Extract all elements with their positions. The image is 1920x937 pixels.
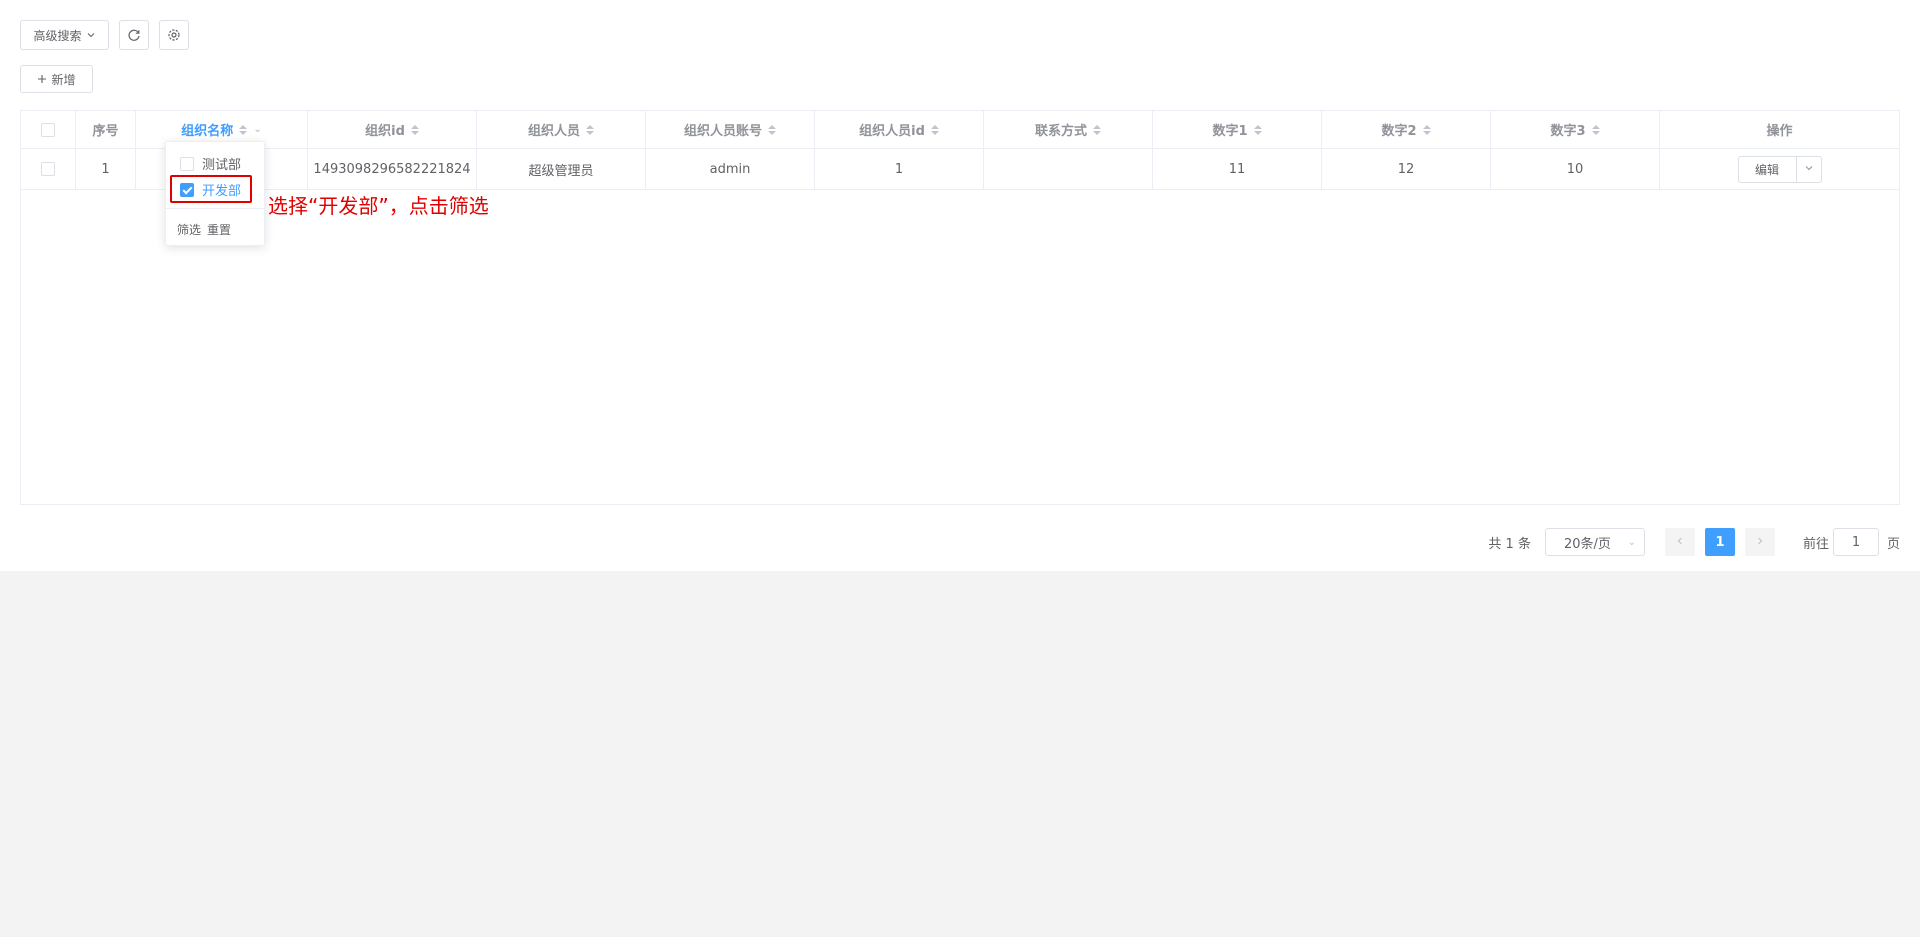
divider — [166, 208, 264, 209]
add-button[interactable]: 新增 — [20, 65, 93, 93]
checkbox[interactable] — [41, 162, 55, 176]
filter-option-label: 测试部 — [202, 158, 242, 173]
header-label: 序号 — [92, 124, 119, 139]
sort-icon[interactable] — [239, 124, 248, 135]
header-label: 数字3 — [1550, 124, 1586, 139]
page-jump: 前往 1 页 — [1803, 528, 1900, 556]
add-label: 新增 — [51, 72, 76, 87]
header-member-id[interactable]: 组织人员id — [815, 111, 984, 148]
header-select-all[interactable] — [21, 111, 76, 148]
header-account[interactable]: 组织人员账号 — [646, 111, 815, 148]
goto-page-input[interactable]: 1 — [1832, 528, 1879, 556]
pagination: 共 1 条 20条/页 ⌄ 1 前往 1 页 — [1488, 528, 1900, 556]
gear-icon — [167, 28, 181, 42]
cell-actions: 编辑 — [1660, 149, 1899, 189]
chevron-right-icon — [1755, 535, 1765, 550]
header-label: 组织id — [365, 124, 405, 139]
checkbox-checked[interactable] — [180, 182, 194, 197]
edit-button[interactable]: 编辑 — [1739, 156, 1797, 182]
checkbox[interactable] — [41, 122, 55, 137]
filter-chevron-icon[interactable]: ⌄ — [253, 124, 261, 135]
cell-member: 超级管理员 — [477, 149, 646, 189]
header-index: 序号 — [76, 111, 136, 148]
chevron-down-icon: ⌄ — [1627, 536, 1636, 548]
header-actions: 操作 — [1660, 111, 1899, 148]
header-contact[interactable]: 联系方式 — [984, 111, 1153, 148]
header-label: 数字1 — [1212, 124, 1248, 139]
sort-icon[interactable] — [1591, 124, 1600, 135]
plus-icon — [37, 74, 47, 84]
table-row: 1 1493098296582221824 超级管理员 admin 1 11 1… — [21, 149, 1899, 190]
annotation-text: 选择“开发部”，点击筛选 — [268, 194, 489, 218]
sort-icon[interactable] — [930, 124, 939, 135]
header-num2[interactable]: 数字2 — [1322, 111, 1491, 148]
more-actions-button[interactable] — [1797, 157, 1821, 182]
header-label: 组织名称 — [181, 124, 234, 139]
data-table: 序号 组织名称 ⌄ 组织id 组织人员 组织人员账号 组织人员id 联系方式 数… — [20, 110, 1900, 505]
settings-button[interactable] — [159, 20, 189, 50]
filter-confirm-button[interactable]: 筛选 — [177, 221, 201, 238]
toolbar: 高级搜索 — [20, 20, 189, 50]
header-label: 数字2 — [1381, 124, 1417, 139]
sort-icon[interactable] — [586, 124, 594, 135]
sort-icon[interactable] — [1093, 124, 1101, 135]
goto-prefix: 前往 — [1802, 536, 1829, 552]
page-size-label: 20条/页 — [1563, 536, 1611, 552]
header-label: 联系方式 — [1034, 124, 1087, 139]
prev-page-button[interactable] — [1664, 528, 1695, 556]
header-label: 组织人员id — [859, 124, 925, 139]
cell-num2: 12 — [1322, 149, 1491, 189]
edit-split-button: 编辑 — [1737, 155, 1822, 183]
header-member[interactable]: 组织人员 — [477, 111, 646, 148]
header-label: 操作 — [1766, 124, 1793, 139]
filter-option-label: 开发部 — [202, 184, 242, 199]
main-panel: 高级搜索 新增 序号 组织名称 ⌄ 组织id 组织人员 组织人员账号 组织人员i… — [0, 0, 1920, 571]
advanced-search-button[interactable]: 高级搜索 — [20, 20, 109, 50]
filter-actions: 筛选 重置 — [177, 221, 231, 238]
cell-account: admin — [646, 149, 815, 189]
cell-num3: 10 — [1491, 149, 1660, 189]
total-count: 共 1 条 — [1488, 536, 1531, 552]
goto-suffix: 页 — [1886, 536, 1900, 552]
sort-icon[interactable] — [768, 124, 776, 135]
cell-index: 1 — [76, 149, 136, 189]
cell-org-id: 1493098296582221824 — [308, 149, 477, 189]
filter-reset-button[interactable]: 重置 — [207, 221, 231, 238]
page-number-current[interactable]: 1 — [1704, 528, 1735, 556]
chevron-down-icon — [1804, 162, 1814, 176]
header-label: 组织人员账号 — [683, 124, 762, 139]
header-num1[interactable]: 数字1 — [1153, 111, 1322, 148]
header-org-id[interactable]: 组织id — [308, 111, 477, 148]
refresh-icon — [127, 28, 141, 42]
table-header: 序号 组织名称 ⌄ 组织id 组织人员 组织人员账号 组织人员id 联系方式 数… — [21, 111, 1899, 149]
column-filter-popup: 测试部 开发部 筛选 重置 — [165, 141, 265, 246]
sort-icon[interactable] — [410, 124, 419, 135]
filter-option[interactable]: 开发部 — [180, 180, 241, 199]
cell-num1: 11 — [1153, 149, 1322, 189]
cell-contact — [984, 149, 1153, 189]
header-num3[interactable]: 数字3 — [1491, 111, 1660, 148]
header-label: 组织人员 — [527, 124, 580, 139]
advanced-search-label: 高级搜索 — [33, 28, 82, 43]
next-page-button[interactable] — [1744, 528, 1775, 556]
sort-icon[interactable] — [1422, 124, 1431, 135]
page-size-select[interactable]: 20条/页 ⌄ — [1544, 528, 1645, 556]
cell-member-id: 1 — [815, 149, 984, 189]
checkbox[interactable] — [180, 156, 194, 171]
chevron-left-icon — [1675, 535, 1685, 550]
row-select[interactable] — [21, 149, 76, 189]
refresh-button[interactable] — [119, 20, 149, 50]
filter-option[interactable]: 测试部 — [180, 154, 241, 173]
chevron-down-icon — [86, 30, 96, 40]
sort-icon[interactable] — [1253, 124, 1262, 135]
